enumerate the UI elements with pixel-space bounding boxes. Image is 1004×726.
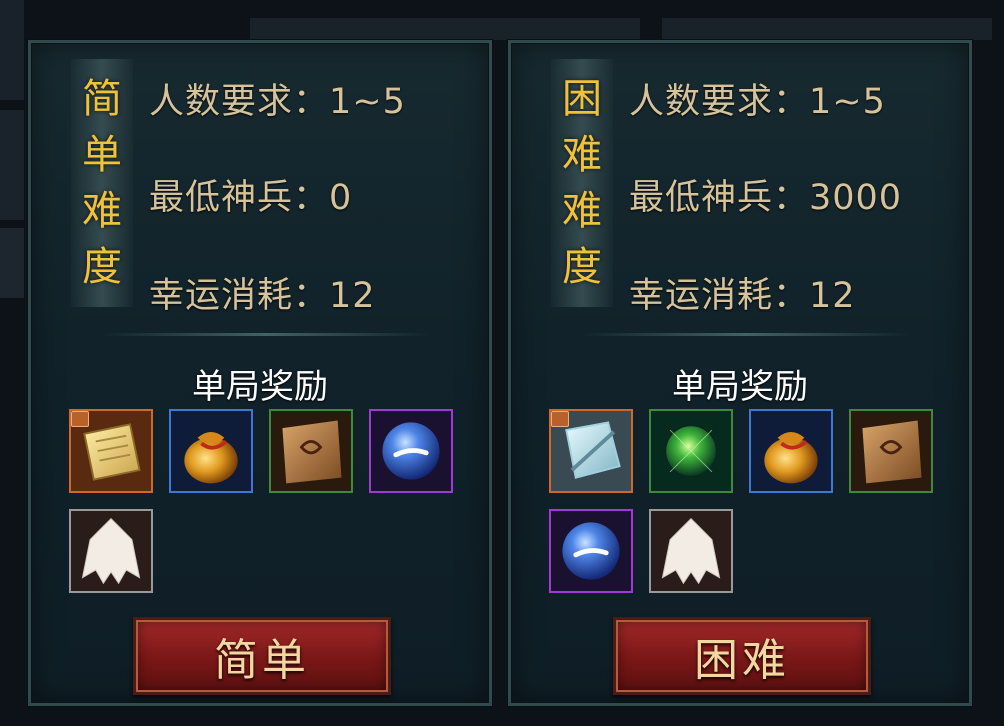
white-fur-item[interactable] [649, 509, 733, 593]
min-weapon-requirement: 最低神兵：0 [149, 178, 353, 218]
difficulty-char: 简 [82, 76, 122, 122]
parchment-item[interactable] [849, 409, 933, 493]
background-strip [0, 110, 24, 220]
reward-title: 单局奖励 [192, 367, 328, 407]
difficulty-char: 困 [562, 76, 602, 122]
parchment-item[interactable] [269, 409, 353, 493]
background-strip [0, 0, 24, 100]
difficulty-char: 度 [82, 244, 122, 290]
player-requirement: 人数要求：1~5 [629, 82, 886, 122]
hard-button[interactable]: 困难 [613, 617, 871, 695]
difficulty-char: 单 [82, 132, 122, 178]
reward-title: 单局奖励 [672, 367, 808, 407]
easy-button[interactable]: 简单 [133, 617, 391, 695]
background-strip [0, 228, 24, 298]
green-orb-item[interactable] [649, 409, 733, 493]
money-bag-item[interactable] [169, 409, 253, 493]
player-requirement: 人数要求：1~5 [149, 82, 406, 122]
blue-orb-item[interactable] [369, 409, 453, 493]
difficulty-label: 简 单 难 度 [71, 59, 133, 307]
difficulty-char: 度 [562, 244, 602, 290]
ice-blade-item[interactable] [549, 409, 633, 493]
easy-difficulty-panel: 简 单 难 度 人数要求：1~5 最低神兵：0 幸运消耗：12 单局奖励 简单 [28, 40, 492, 706]
difficulty-char: 难 [82, 188, 122, 234]
difficulty-char: 难 [562, 188, 602, 234]
min-weapon-requirement: 最低神兵：3000 [629, 178, 903, 218]
lock-icon [551, 411, 569, 427]
difficulty-char: 难 [562, 132, 602, 178]
lock-icon [71, 411, 89, 427]
difficulty-label: 困 难 难 度 [551, 59, 613, 307]
white-fur-item[interactable] [69, 509, 153, 593]
blue-orb-item[interactable] [549, 509, 633, 593]
background-strip [250, 18, 640, 40]
luck-cost: 幸运消耗：12 [629, 276, 856, 316]
divider [581, 333, 911, 336]
money-bag-item[interactable] [749, 409, 833, 493]
hard-difficulty-panel: 困 难 难 度 人数要求：1~5 最低神兵：3000 幸运消耗：12 单局奖励 … [508, 40, 972, 706]
luck-cost: 幸运消耗：12 [149, 276, 376, 316]
scroll-item[interactable] [69, 409, 153, 493]
divider [101, 333, 431, 336]
background-strip [662, 18, 992, 40]
